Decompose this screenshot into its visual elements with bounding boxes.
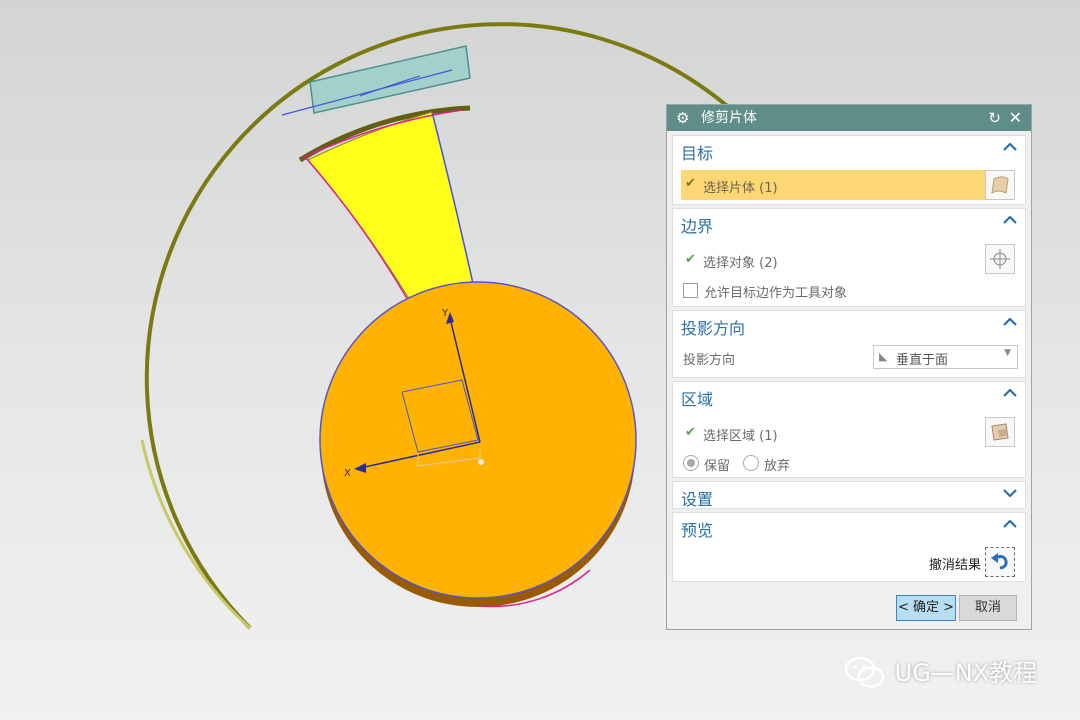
section-boundary-title[interactable]: 边界	[681, 213, 713, 237]
region-icon	[991, 423, 1009, 441]
section-region-title[interactable]: 区域	[681, 386, 713, 410]
discard-label: 放弃	[764, 459, 791, 474]
csys-origin	[478, 459, 484, 465]
chevron-down-icon: ▼	[1004, 348, 1011, 358]
section-settings[interactable]: 设置	[672, 481, 1026, 509]
chevron-up-icon[interactable]	[1001, 515, 1019, 533]
keep-radio[interactable]	[683, 455, 699, 471]
projection-dropdown-value: 垂直于面	[896, 353, 949, 368]
section-boundary: 边界 ✔ 选择对象 (2) 允许目标边作为工具对象	[672, 208, 1026, 307]
select-region-label[interactable]: 选择区域 (1)	[703, 425, 778, 444]
chevron-up-icon[interactable]	[1001, 313, 1019, 331]
sheet-body-select-button[interactable]	[985, 170, 1015, 200]
section-projection: 投影方向 投影方向 ◣ 垂直于面 ▼	[672, 310, 1026, 378]
allow-target-edge-checkbox[interactable]	[683, 283, 698, 298]
chevron-up-icon[interactable]	[1001, 384, 1019, 402]
allow-target-edge-label: 允许目标边作为工具对象	[704, 286, 848, 301]
axis-y-label: Y	[441, 308, 449, 319]
discard-radio[interactable]	[743, 455, 759, 471]
section-projection-title[interactable]: 投影方向	[681, 315, 745, 339]
undo-result-button[interactable]	[985, 547, 1015, 577]
chevron-up-icon[interactable]	[1001, 138, 1019, 156]
tool-plane[interactable]	[309, 45, 471, 114]
select-object-label[interactable]: 选择对象 (2)	[703, 252, 778, 271]
check-icon: ✔	[685, 176, 696, 191]
undo-result-label: 撤消结果	[929, 558, 982, 573]
crosshair-icon	[990, 249, 1010, 269]
section-preview-title[interactable]: 预览	[681, 517, 713, 541]
axis-x-label: X	[344, 468, 351, 479]
region-select-button[interactable]	[985, 417, 1015, 447]
projection-row-label: 投影方向	[683, 353, 736, 368]
section-settings-title[interactable]: 设置	[681, 486, 713, 510]
cancel-button[interactable]: 取消	[959, 595, 1017, 621]
watermark: UG—NX教程	[843, 650, 1037, 694]
wechat-icon	[844, 656, 885, 688]
check-icon: ✔	[685, 252, 696, 267]
section-target-title[interactable]: 目标	[681, 140, 713, 164]
watermark-text: UG—NX教程	[894, 659, 1038, 687]
keep-label: 保留	[704, 459, 731, 474]
ok-button[interactable]: < 确定 >	[896, 595, 956, 621]
object-select-button[interactable]	[985, 244, 1015, 274]
dialog-titlebar[interactable]: ⚙ 修剪片体 ↻ ✕	[667, 105, 1031, 131]
chevron-down-icon[interactable]	[1001, 484, 1019, 502]
projection-icon: ◣	[879, 350, 888, 363]
check-icon: ✔	[685, 425, 696, 440]
select-sheet-label: 选择片体 (1)	[703, 181, 778, 196]
section-target: 目标 ✔ 选择片体 (1)	[672, 135, 1026, 205]
sheet-body-icon	[991, 176, 1009, 195]
select-sheet-row[interactable]: ✔ 选择片体 (1)	[681, 170, 987, 200]
gear-icon[interactable]: ⚙	[676, 105, 689, 131]
projection-dropdown[interactable]: ◣ 垂直于面 ▼	[873, 345, 1018, 369]
section-preview: 预览 撤消结果	[672, 512, 1026, 582]
undo-icon	[991, 553, 1008, 570]
section-region: 区域 ✔ 选择区域 (1) 保留 放弃	[672, 381, 1026, 478]
trim-sheet-dialog: ⚙ 修剪片体 ↻ ✕ 目标 ✔ 选择片体 (1) 边界 ✔ 选择对象 (2) 允…	[666, 104, 1032, 630]
reset-icon[interactable]: ↻	[988, 105, 1001, 131]
dialog-title: 修剪片体	[701, 110, 757, 126]
close-icon[interactable]: ✕	[1009, 105, 1022, 131]
chevron-up-icon[interactable]	[1001, 211, 1019, 229]
